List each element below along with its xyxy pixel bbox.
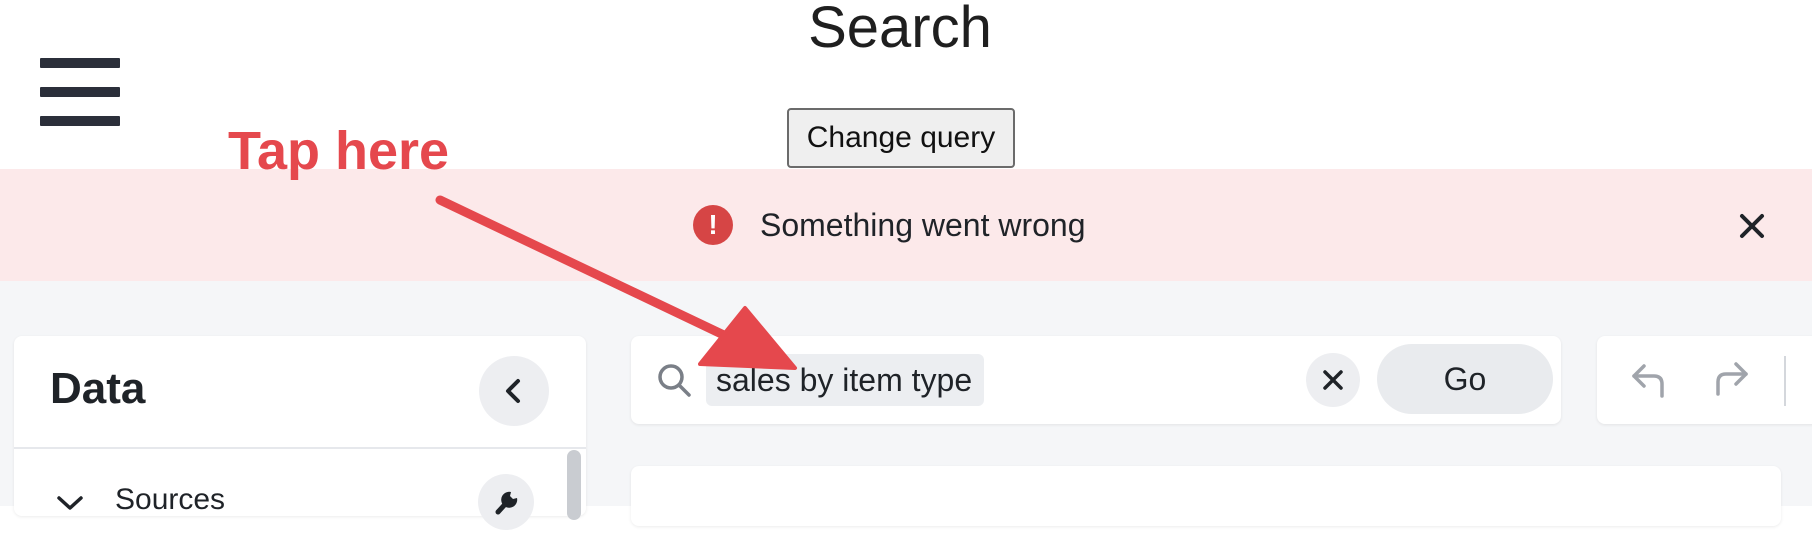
redo-icon[interactable] bbox=[1708, 358, 1752, 398]
data-panel-title: Data bbox=[50, 364, 146, 413]
hamburger-menu-icon[interactable] bbox=[40, 58, 120, 126]
sources-label[interactable]: Sources bbox=[115, 480, 225, 520]
change-query-button[interactable]: Change query bbox=[787, 108, 1015, 168]
panel-divider bbox=[14, 447, 586, 449]
search-input[interactable] bbox=[706, 354, 984, 406]
toolbar-divider bbox=[1784, 356, 1786, 406]
close-icon[interactable] bbox=[1732, 206, 1772, 246]
clear-search-button[interactable] bbox=[1306, 353, 1360, 407]
panel-scrollbar[interactable] bbox=[567, 450, 581, 520]
page-title: Search bbox=[808, 0, 992, 60]
search-icon bbox=[658, 364, 691, 397]
results-panel bbox=[631, 466, 1781, 526]
close-icon bbox=[1323, 370, 1343, 390]
undo-icon[interactable] bbox=[1628, 360, 1672, 400]
collapse-panel-button[interactable] bbox=[479, 356, 549, 426]
exclamation-circle-icon: ! bbox=[693, 205, 733, 245]
annotation-label: Tap here bbox=[228, 121, 450, 181]
wrench-icon bbox=[495, 491, 518, 515]
go-button[interactable]: Go bbox=[1377, 344, 1553, 414]
sources-settings-button[interactable] bbox=[478, 474, 534, 530]
chevron-down-icon[interactable] bbox=[55, 488, 85, 518]
chevron-left-icon bbox=[506, 379, 520, 403]
error-message: Something went wrong bbox=[760, 207, 1086, 243]
